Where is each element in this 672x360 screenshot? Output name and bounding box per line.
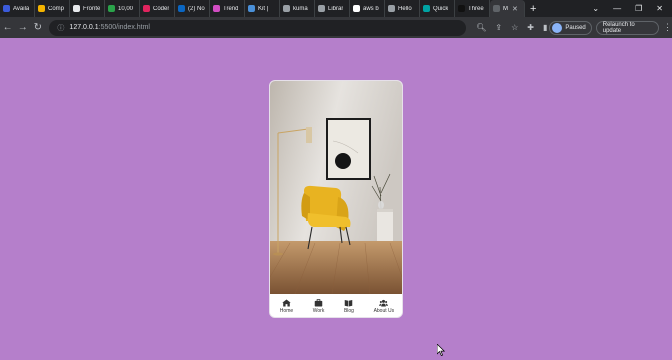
browser-tab[interactable]: Trend bbox=[210, 0, 245, 17]
browser-tab[interactable]: Hello bbox=[385, 0, 420, 17]
favicon-icon bbox=[73, 5, 80, 12]
browser-tab[interactable]: aws b bbox=[350, 0, 385, 17]
tab-list: Availa Comp Fronte 10,00 Coder (2) No Trend Kit… bbox=[0, 0, 525, 17]
tab-label: Coder bbox=[153, 5, 170, 12]
tab-search-icon[interactable]: ⌄ bbox=[592, 4, 599, 13]
browser-tab[interactable]: 10,00 bbox=[105, 0, 140, 17]
book-icon bbox=[345, 299, 353, 307]
back-icon[interactable]: ← bbox=[0, 22, 15, 33]
favicon-icon bbox=[178, 5, 185, 12]
tab-label: Hello bbox=[398, 5, 412, 12]
tab-strip: Availa Comp Fronte 10,00 Coder (2) No Trend Kit… bbox=[0, 0, 672, 17]
tab-label: Kit | bbox=[258, 5, 269, 12]
tab-label: Availa bbox=[13, 5, 30, 12]
minimize-icon[interactable]: — bbox=[613, 4, 621, 13]
tab-label: 10,00 bbox=[118, 5, 134, 12]
forward-icon[interactable]: → bbox=[15, 22, 30, 33]
new-tab-button[interactable]: + bbox=[530, 3, 536, 15]
favicon-icon bbox=[388, 5, 395, 12]
hero-image bbox=[270, 81, 402, 294]
browser-tab[interactable]: Coder bbox=[140, 0, 175, 17]
browser-tab[interactable]: kuma bbox=[280, 0, 315, 17]
favicon-icon bbox=[318, 5, 325, 12]
relaunch-button[interactable]: Relaunch to update bbox=[595, 20, 659, 35]
favicon-icon bbox=[213, 5, 220, 12]
browser-tab[interactable]: Librar bbox=[315, 0, 350, 17]
paused-label: Paused bbox=[565, 24, 586, 31]
extensions-icon[interactable]: ✚ bbox=[527, 23, 534, 32]
browser-tab[interactable]: Kit | bbox=[245, 0, 280, 17]
bookmark-star-icon[interactable]: ☆ bbox=[511, 23, 518, 32]
tab-label: kuma bbox=[293, 5, 308, 12]
toolbar-icons: 🔍︎ ⇪ ☆ ✚ ▮ bbox=[476, 23, 547, 32]
nav-label: Home bbox=[279, 308, 294, 314]
favicon-icon bbox=[493, 5, 500, 12]
favicon-icon bbox=[423, 5, 430, 12]
menu-icon[interactable]: ⋮ bbox=[663, 22, 672, 33]
nav-label: Blog bbox=[343, 308, 354, 314]
favicon-icon bbox=[458, 5, 465, 12]
tab-label: aws b bbox=[363, 5, 379, 12]
share-icon[interactable]: ⇪ bbox=[495, 23, 502, 32]
nav-label: About Us bbox=[373, 308, 395, 314]
close-tab-icon[interactable]: ✕ bbox=[512, 5, 518, 13]
nav-item-blog[interactable]: Blog bbox=[344, 299, 354, 314]
browser-tab[interactable]: (2) No bbox=[175, 0, 210, 17]
tab-label: (2) No bbox=[188, 5, 205, 12]
profile-paused-button[interactable]: Paused bbox=[549, 20, 592, 35]
favicon-icon bbox=[108, 5, 115, 12]
window-controls: ⌄ — ❐ ✕ bbox=[592, 0, 672, 17]
browser-tab[interactable]: Availa bbox=[0, 0, 35, 17]
mouse-cursor-icon bbox=[437, 344, 445, 356]
favicon-icon bbox=[353, 5, 360, 12]
address-bar[interactable]: ⓘ 127.0.0.1:5500/index.html bbox=[49, 19, 467, 36]
tab-label: M bbox=[503, 5, 508, 12]
nav-item-work[interactable]: Work bbox=[312, 299, 325, 314]
tab-label: Trend bbox=[223, 5, 239, 12]
browser-toolbar: ← → ↻ ⓘ 127.0.0.1:5500/index.html 🔍︎ ⇪ ☆… bbox=[0, 17, 672, 38]
url-host: 127.0.0.1 bbox=[69, 24, 99, 31]
briefcase-icon bbox=[314, 299, 323, 307]
tab-label: Comp bbox=[48, 5, 65, 12]
browser-tab[interactable]: Fronte bbox=[70, 0, 105, 17]
nav-item-home[interactable]: Home bbox=[280, 299, 293, 314]
tab-label: Fronte bbox=[83, 5, 101, 12]
side-panel-icon[interactable]: ▮ bbox=[543, 23, 547, 32]
site-info-icon[interactable]: ⓘ bbox=[57, 23, 64, 33]
nav-label: Work bbox=[312, 308, 325, 314]
users-icon bbox=[379, 299, 389, 307]
avatar bbox=[552, 22, 563, 33]
favicon-icon bbox=[3, 5, 10, 12]
browser-tab[interactable]: Quick bbox=[420, 0, 455, 17]
tab-label: Three bbox=[468, 5, 484, 12]
phone-frame: Home Work Blog About Us bbox=[269, 80, 403, 318]
tab-label: Librar bbox=[328, 5, 344, 12]
favicon-icon bbox=[283, 5, 290, 12]
favicon-icon bbox=[143, 5, 150, 12]
favicon-icon bbox=[38, 5, 45, 12]
tab-label: Quick bbox=[433, 5, 449, 12]
zoom-icon[interactable]: 🔍︎ bbox=[476, 23, 486, 32]
favicon-icon bbox=[248, 5, 255, 12]
home-icon bbox=[282, 299, 291, 307]
restore-icon[interactable]: ❐ bbox=[635, 4, 642, 13]
nav-item-about-us[interactable]: About Us bbox=[373, 299, 395, 314]
bottom-nav: Home Work Blog About Us bbox=[270, 294, 402, 317]
browser-tab[interactable]: M ✕ bbox=[490, 0, 525, 17]
browser-tab[interactable]: Comp bbox=[35, 0, 70, 17]
url-path: :5500/index.html bbox=[98, 24, 150, 31]
close-window-icon[interactable]: ✕ bbox=[656, 4, 663, 13]
browser-tab[interactable]: Three bbox=[455, 0, 490, 17]
reload-icon[interactable]: ↻ bbox=[30, 22, 45, 33]
url-text: 127.0.0.1:5500/index.html bbox=[69, 24, 150, 31]
